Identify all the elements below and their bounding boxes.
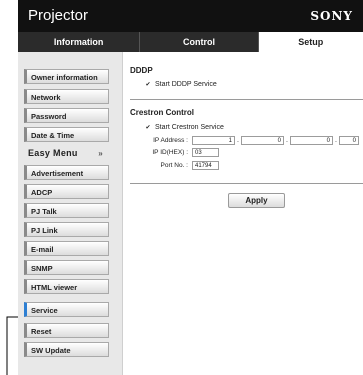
crestron-checkbox[interactable]: ✔ Start Crestron Service [145,124,224,131]
sidebar-item-advertisement[interactable]: Advertisement [24,165,109,180]
checkmark-icon: ✔ [145,82,151,88]
sidebar-item-email[interactable]: E-mail [24,241,109,256]
brand-logo: SONY [310,9,353,23]
sidebar-item-html-viewer[interactable]: HTML viewer [24,279,109,294]
dddp-checkbox-label: Start DDDP Service [155,81,217,88]
sidebar-item-sw-update[interactable]: SW Update [24,342,109,357]
tab-setup[interactable]: Setup [258,32,363,52]
ip-id-input[interactable]: 03 [192,148,219,157]
sidebar-item-date-time[interactable]: Date & Time [24,127,109,142]
tab-bar: Information Control Setup [18,32,363,52]
sidebar-item-pj-talk[interactable]: PJ Talk [24,203,109,218]
ip-dot: . [237,137,239,144]
dddp-checkbox[interactable]: ✔ Start DDDP Service [145,81,217,88]
sidebar-item-owner-information[interactable]: Owner information [24,69,109,84]
port-label: Port No. : [160,162,188,169]
app-title: Projector [28,7,89,24]
sidebar-item-password[interactable]: Password [24,108,109,123]
ip-octet-1-input[interactable]: 1 [192,136,235,145]
projector-web-ui: Projector SONY Information Control Setup… [18,0,363,375]
sidebar-item-reset[interactable]: Reset [24,323,109,338]
ip-address-label: IP Address : [153,137,188,144]
header-bar: Projector SONY [18,0,363,32]
port-input[interactable]: 41794 [192,161,219,170]
sidebar-item-snmp[interactable]: SNMP [24,260,109,275]
easy-menu-label: Easy Menu [28,148,78,158]
sidebar: Owner information Network Password Date … [18,52,123,375]
ip-octet-4-input[interactable]: 0 [339,136,359,145]
ip-id-label: IP ID(HEX) : [152,149,188,156]
crestron-section-title: Crestron Control [130,108,194,117]
sidebar-item-adcp[interactable]: ADCP [24,184,109,199]
dddp-section-title: DDDP [130,66,153,75]
ip-octet-3-input[interactable]: 0 [290,136,333,145]
ip-dot: . [286,137,288,144]
callout-line [6,316,18,375]
ip-octet-2-input[interactable]: 0 [241,136,284,145]
ip-dot: . [335,137,337,144]
sidebar-item-service[interactable]: Service [24,302,109,317]
sidebar-item-easy-menu[interactable]: Easy Menu » [24,146,109,161]
checkmark-icon: ✔ [145,125,151,131]
tab-information[interactable]: Information [18,32,141,52]
apply-button[interactable]: Apply [228,193,285,208]
section-divider [130,99,363,100]
tab-control[interactable]: Control [140,32,259,52]
chevron-up-icon: » [98,149,103,158]
section-divider [130,183,363,184]
crestron-checkbox-label: Start Crestron Service [155,124,224,131]
sidebar-item-pj-link[interactable]: PJ Link [24,222,109,237]
sidebar-item-network[interactable]: Network [24,89,109,104]
